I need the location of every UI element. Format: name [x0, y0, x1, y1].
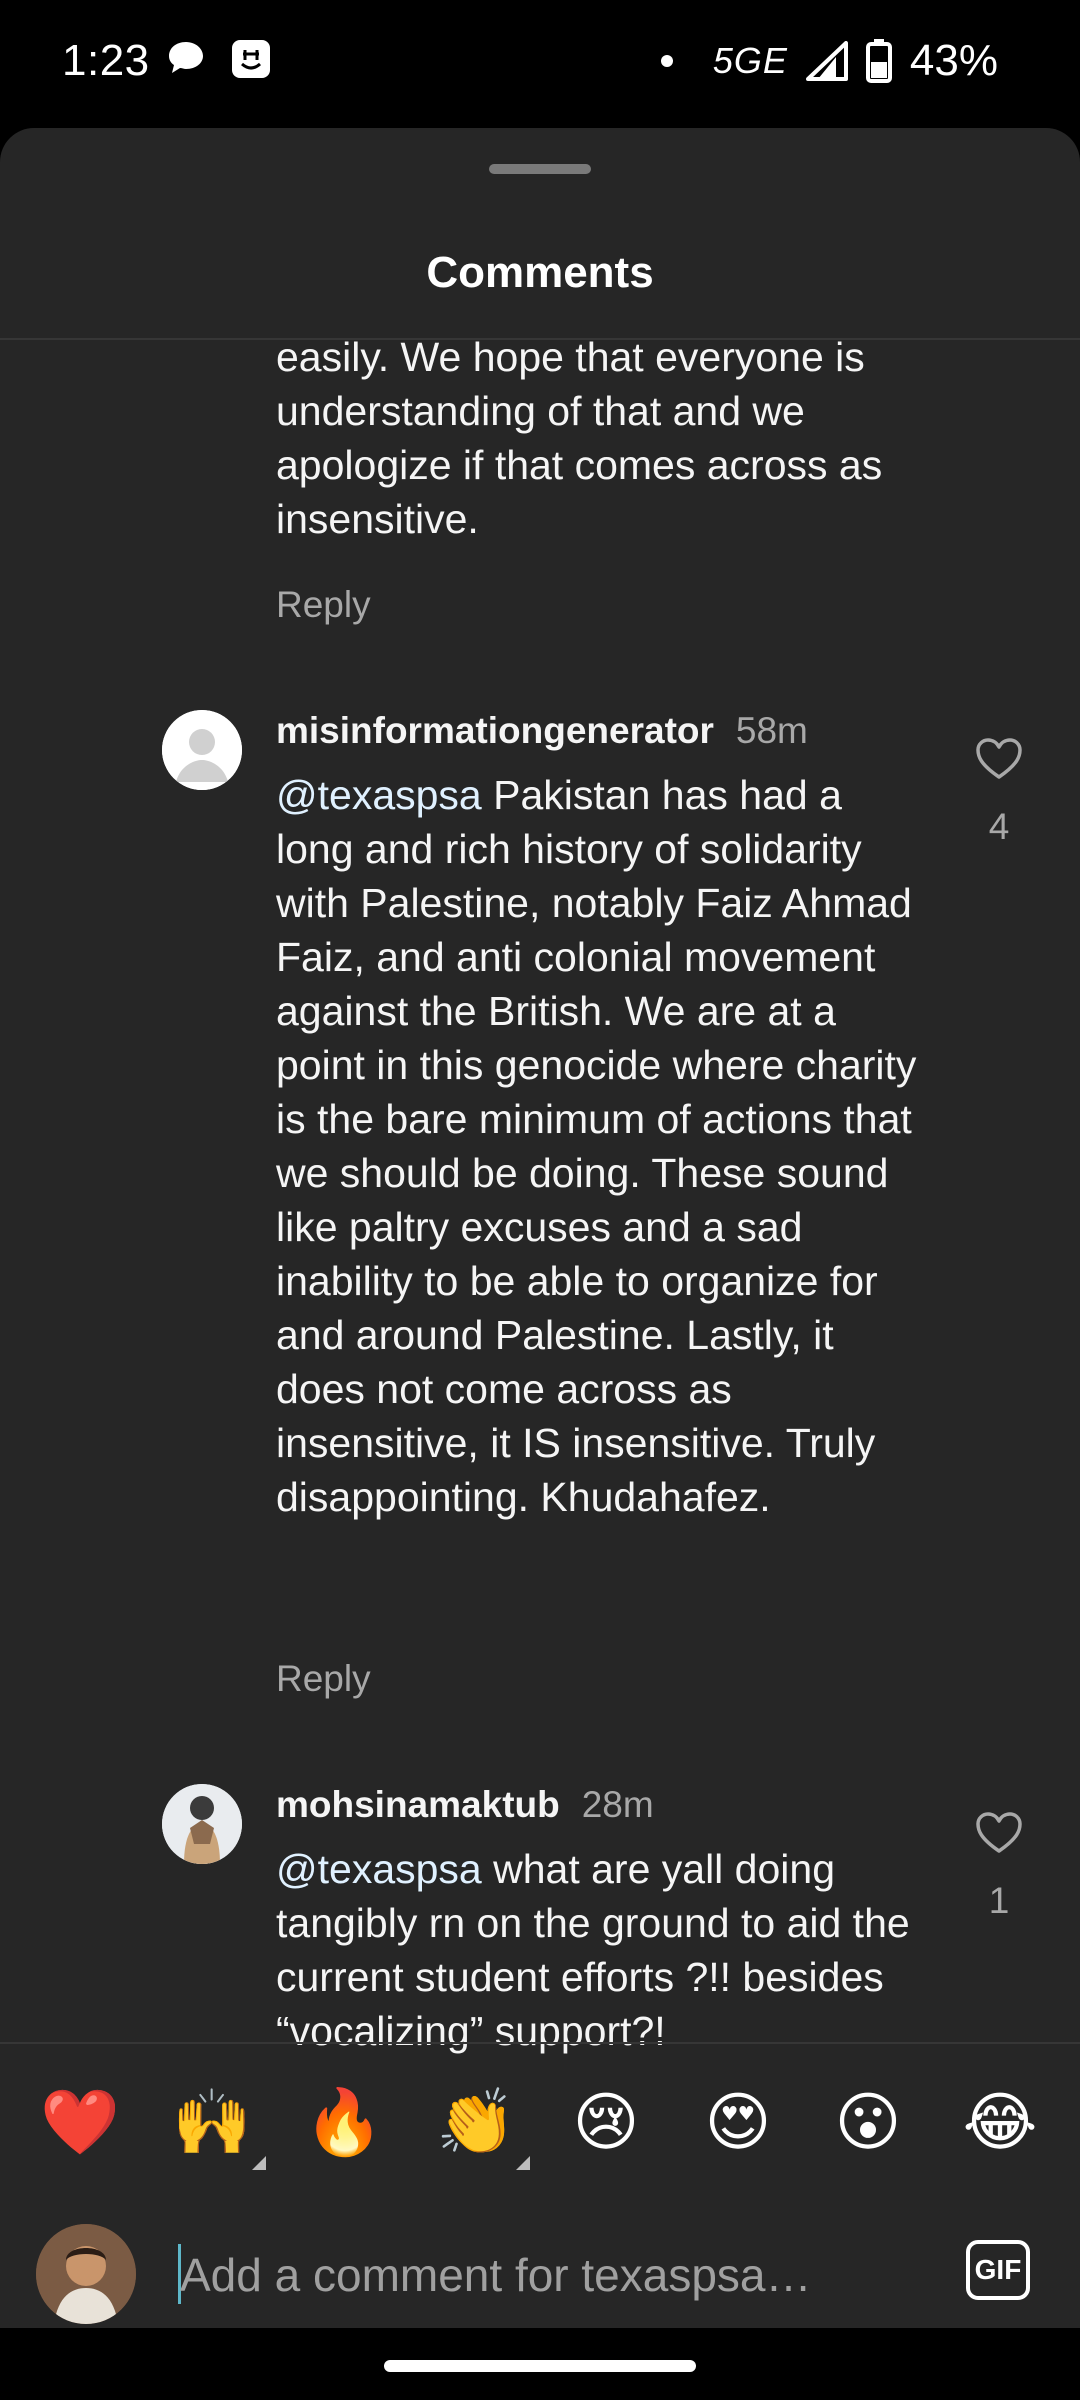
emoji-bar: ❤️ 🙌 🔥 👏 😢 😍 😮 😂	[0, 2046, 1080, 2196]
network-type: 5GE	[712, 40, 788, 81]
like-count: 4	[988, 806, 1010, 847]
comment-header: mohsinamaktub 28m	[276, 1784, 654, 1826]
comment-time: 58m	[735, 710, 808, 751]
divider	[0, 2042, 1080, 2044]
battery-percent: 43%	[909, 36, 998, 85]
comments-sheet: Comments easily. We hope that everyone i…	[0, 128, 1080, 2400]
like-count: 1	[988, 1880, 1010, 1921]
emoji-raising-hands[interactable]: 🙌	[172, 2082, 266, 2170]
status-time: 1:23	[62, 36, 150, 85]
home-gesture-handle[interactable]	[384, 2360, 696, 2372]
reply-button[interactable]: Reply	[276, 584, 371, 626]
dot-icon	[660, 55, 673, 67]
emoji-fire[interactable]: 🔥	[304, 2082, 384, 2162]
profile-photo-icon	[162, 1784, 242, 1864]
emoji-laughing-tears[interactable]: 😂	[960, 2082, 1040, 2162]
battery-icon	[865, 39, 892, 83]
profile-photo-icon	[36, 2224, 136, 2324]
comment-body: Pakistan has had a long and rich history…	[276, 772, 917, 1520]
heart-icon[interactable]	[976, 1812, 1022, 1854]
emoji-glyph: 🙌	[172, 2086, 252, 2158]
emoji-clapping-hands[interactable]: 👏	[436, 2082, 530, 2170]
avatar[interactable]	[162, 710, 242, 790]
comment-text: easily. We hope that everyone is underst…	[276, 340, 883, 542]
comment-header: misinformationgenerator 58m	[276, 710, 808, 752]
comment-input[interactable]	[178, 2236, 942, 2314]
emoji-heart-eyes[interactable]: 😍	[698, 2082, 778, 2162]
emoji-surprised-face[interactable]: 😮	[828, 2082, 908, 2162]
app-icon	[232, 40, 270, 78]
reply-button[interactable]: Reply	[276, 1658, 371, 1700]
navigation-bar	[0, 2328, 1080, 2400]
mention-link[interactable]: @texaspsa	[276, 772, 482, 818]
emoji-crying-face[interactable]: 😢	[566, 2082, 646, 2162]
status-bar: 1:23 5GE 43%	[0, 0, 1080, 128]
comment-text: @texaspsa Pakistan has had a long and ri…	[276, 768, 926, 1524]
emoji-heart[interactable]: ❤️	[40, 2082, 120, 2162]
sheet-title: Comments	[426, 248, 654, 297]
chat-bubble-icon	[169, 42, 203, 73]
comment-time: 28m	[581, 1784, 654, 1825]
username[interactable]: mohsinamaktub	[276, 1784, 560, 1825]
emoji-glyph: 👏	[436, 2086, 516, 2158]
gif-button[interactable]: GIF	[966, 2240, 1030, 2300]
username[interactable]: misinformationgenerator	[276, 710, 714, 751]
status-right: 5GE 43%	[660, 36, 998, 86]
skin-tone-indicator-icon	[252, 2156, 266, 2170]
skin-tone-indicator-icon	[516, 2156, 530, 2170]
avatar[interactable]	[162, 1784, 242, 1864]
comment-text: @texaspsa what are yall doing tangibly r…	[276, 1842, 926, 2058]
heart-icon[interactable]	[976, 738, 1022, 780]
default-avatar-icon	[162, 710, 242, 790]
mention-link[interactable]: @texaspsa	[276, 1846, 482, 1892]
signal-icon	[805, 41, 848, 81]
drag-handle[interactable]	[489, 164, 591, 174]
my-avatar	[36, 2224, 136, 2324]
comment-composer: GIF	[0, 2196, 1080, 2346]
comments-list[interactable]: easily. We hope that everyone is underst…	[0, 340, 1080, 2170]
